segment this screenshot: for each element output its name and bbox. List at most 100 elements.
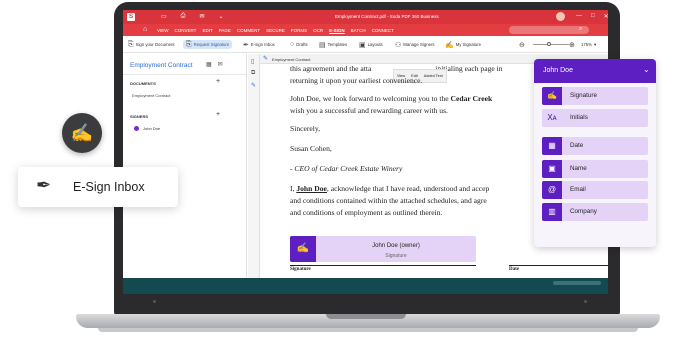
zoom-out-button[interactable]: ⊖ <box>519 40 525 49</box>
field-signature[interactable]: ✍ Signature <box>542 87 648 105</box>
minimize-icon[interactable]: — <box>576 13 582 20</box>
menu-convert[interactable]: CONVERT <box>175 28 197 33</box>
menu-batch[interactable]: BATCH <box>351 28 366 33</box>
field-name[interactable]: ▣ Name <box>542 160 648 178</box>
menu-forms[interactable]: FORMS <box>291 28 307 33</box>
zoom-level-select[interactable]: 175% ▾ <box>581 40 596 49</box>
drafts-button[interactable]: ○ Drafts <box>290 40 308 49</box>
panel-title: Employment Contract <box>130 62 193 69</box>
manage-signers-button[interactable]: ⚇ Manage Signers <box>395 40 435 49</box>
layouts-button[interactable]: ▣ Layouts <box>359 40 383 49</box>
signer-item[interactable]: John Doe <box>134 126 160 131</box>
templates-icon: ▤ <box>319 41 326 49</box>
search-input[interactable] <box>509 26 589 34</box>
menu-page[interactable]: PAGE <box>219 28 231 33</box>
doc-line: I, John Doe, acknowledge that I have rea… <box>290 184 490 193</box>
my-signature-button[interactable]: ✍ My Signature <box>445 40 481 49</box>
field-email[interactable]: @ Email <box>542 181 648 199</box>
field-date[interactable]: ▦ Date <box>542 137 648 155</box>
menu-e-sign[interactable]: E-SIGN <box>329 28 345 33</box>
doc-line: John Doe, we look forward to welcoming y… <box>290 94 493 103</box>
initials-icon: Xᴀ <box>547 113 557 122</box>
templates-label: Templates <box>327 42 348 47</box>
page-icon[interactable]: ▯ <box>251 58 254 65</box>
zoom-out-icon: ⊖ <box>519 41 525 49</box>
add-signer-button[interactable]: + <box>216 111 220 118</box>
templates-button[interactable]: ▤ Templates <box>319 40 347 49</box>
home-icon[interactable]: ⌂ <box>143 26 147 33</box>
stage: S ▭ ⎙ ✉ ⌄ Employment Contract.pdf - Soda… <box>0 0 673 341</box>
print-icon[interactable]: ⎙ <box>181 13 186 20</box>
menu-comment[interactable]: COMMENT <box>237 28 260 33</box>
field-label: Company <box>570 208 597 215</box>
dropdown-icon[interactable]: ⌄ <box>219 13 224 20</box>
doc-line: and conditions of employment as outlined… <box>290 208 443 217</box>
signer-color-dot <box>134 126 139 131</box>
e-sign-inbox-card[interactable]: ✒ E-Sign Inbox <box>18 167 178 207</box>
users-icon: ⚇ <box>395 41 402 49</box>
avatar[interactable] <box>556 12 565 21</box>
laptop-foot <box>98 328 638 332</box>
menu-secure[interactable]: SECURE <box>266 28 285 33</box>
mail-icon[interactable]: ✉ <box>218 61 223 68</box>
signer-name: John Doe <box>143 126 161 131</box>
e-sign-inbox-button[interactable]: ✒ E-sign Inbox <box>243 40 275 49</box>
signer-select[interactable]: John Doe ⌄ <box>534 59 656 83</box>
doc-line: returning it upon your earliest convenie… <box>290 76 423 85</box>
menu-edit[interactable]: EDIT <box>202 28 212 33</box>
zoom-slider-handle[interactable] <box>547 42 551 46</box>
layouts-icon: ▣ <box>359 41 366 49</box>
menu-ocr[interactable]: OCR <box>313 28 323 33</box>
e-sign-inbox-label: E-sign Inbox <box>250 42 275 47</box>
zoom-in-button[interactable]: ⊕ <box>569 40 575 49</box>
add-document-button[interactable]: + <box>216 78 220 85</box>
pen-icon[interactable]: ✎ <box>251 82 256 89</box>
menu-view[interactable]: VIEW <box>157 28 169 33</box>
copy-icon[interactable]: ⧉ <box>251 70 255 77</box>
signature-label: Signature <box>290 267 311 272</box>
layouts-label: Layouts <box>367 42 383 47</box>
laptop-notch <box>326 314 406 319</box>
document-tab-name: Employment Contract <box>272 57 311 62</box>
request-signature-button[interactable]: ⎘ Request Signature <box>183 40 233 49</box>
documents-heading: DOCUMENTS <box>130 81 156 86</box>
doc-line: - CEO of Cedar Creek Estate Winery <box>290 164 403 173</box>
signature-pen-icon: ✍ <box>70 123 94 143</box>
signature-pen-icon: ✍ <box>445 41 454 49</box>
sign-document-fab[interactable]: ✍ <box>62 113 102 153</box>
document-item[interactable]: Employment Contract <box>132 93 170 98</box>
signers-heading: SIGNERS <box>130 114 149 119</box>
chevron-down-icon: ▾ <box>594 41 597 47</box>
search-icon[interactable]: ⌕ <box>579 26 582 33</box>
doc-line: Susan Cohen, <box>290 144 332 153</box>
request-signature-icon: ⎘ <box>186 40 192 48</box>
menu-connect[interactable]: CONNECT <box>372 28 394 33</box>
date-line <box>509 265 608 266</box>
field-initials[interactable]: Xᴀ Initials <box>542 109 648 127</box>
building-icon: ▥ <box>542 203 562 221</box>
sign-document-icon: ⎘ <box>128 40 134 48</box>
field-label: Date <box>570 142 584 149</box>
zoom-level: 175% <box>581 42 592 47</box>
signature-field[interactable]: ✍ John Doe (owner) Signature <box>290 236 476 262</box>
sign-your-document-label: Sign your Document <box>135 42 175 47</box>
laptop-dot <box>584 300 587 303</box>
app-logo[interactable]: S <box>127 13 135 21</box>
email-icon[interactable]: ✉ <box>199 13 204 20</box>
drafts-label: Drafts <box>296 42 308 47</box>
id-card-icon: ▣ <box>542 160 562 178</box>
save-icon[interactable]: ▭ <box>161 13 167 20</box>
added-text-button[interactable]: Added Text <box>421 70 446 82</box>
signature-field-type: Signature <box>385 253 407 259</box>
sign-your-document-button[interactable]: ⎘ Sign your Document <box>128 40 175 49</box>
field-company[interactable]: ▥ Company <box>542 203 648 221</box>
date-label: Date <box>509 267 519 272</box>
quick-access-icons: ▭ ⎙ ✉ ⌄ <box>161 13 224 20</box>
list-icon[interactable]: ▦ <box>206 61 212 68</box>
zoom-slider[interactable] <box>533 44 569 45</box>
close-icon[interactable]: ✕ <box>604 13 608 20</box>
left-panel: Employment Contract ▦ ✉ DOCUMENTS + Empl… <box>123 54 247 278</box>
maximize-icon[interactable]: □ <box>591 13 595 20</box>
window-title: Employment Contract.pdf - Soda PDF 360 B… <box>335 14 439 19</box>
menu-items: VIEW CONVERT EDIT PAGE COMMENT SECURE FO… <box>157 28 394 33</box>
